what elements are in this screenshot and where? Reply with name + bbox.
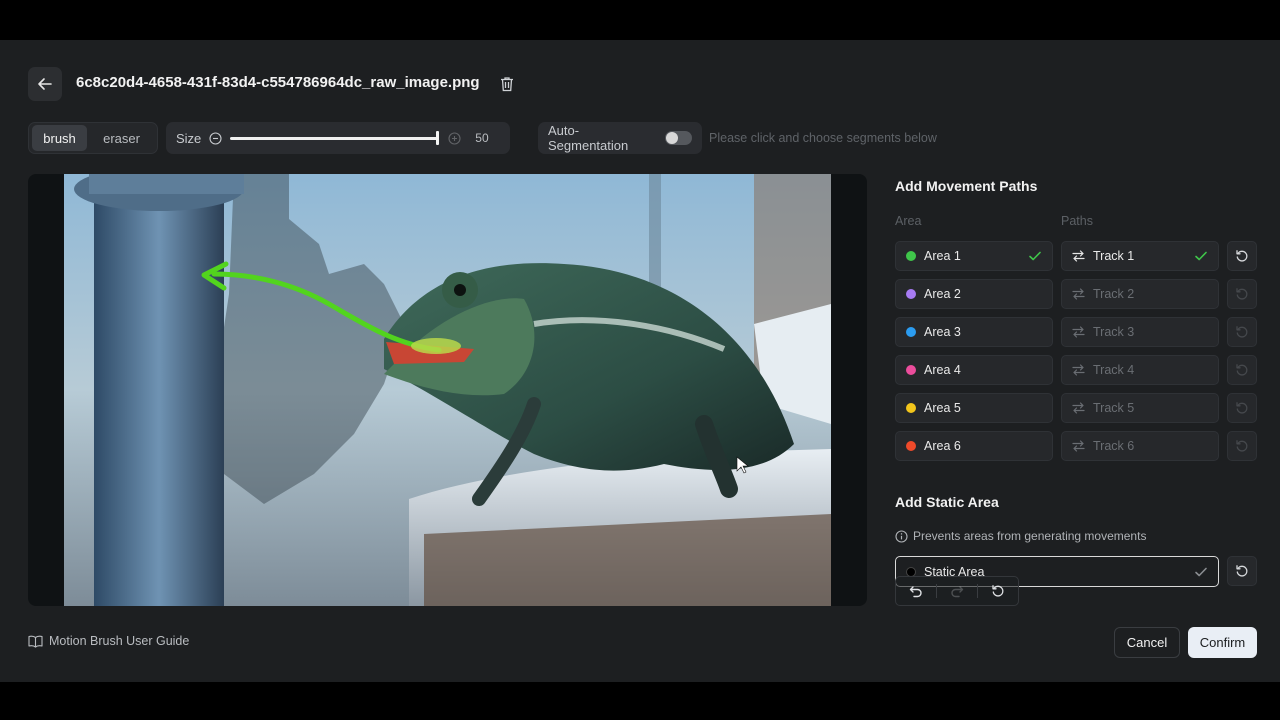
path-swap-icon (1072, 402, 1085, 414)
track-reset-button-6[interactable] (1227, 431, 1257, 461)
area-button-5[interactable]: Area 5 (895, 393, 1053, 423)
reset-icon (1236, 440, 1248, 452)
back-button[interactable] (28, 67, 62, 101)
path-swap-icon (1072, 250, 1085, 262)
track-reset-button-1[interactable] (1227, 241, 1257, 271)
area-button-6[interactable]: Area 6 (895, 431, 1053, 461)
area-label: Area 4 (924, 363, 961, 377)
track-button-2[interactable]: Track 2 (1061, 279, 1219, 309)
cancel-button[interactable]: Cancel (1114, 627, 1180, 658)
track-reset-button-3[interactable] (1227, 317, 1257, 347)
motion-brush-dialog: 6c8c20d4-4658-431f-83d4-c554786964dc_raw… (0, 40, 1280, 682)
area-color-dot (906, 289, 916, 299)
area-label: Area 5 (924, 401, 961, 415)
area-label: Area 1 (924, 249, 961, 263)
confirm-button[interactable]: Confirm (1188, 627, 1257, 658)
book-icon (28, 635, 43, 648)
track-reset-button-4[interactable] (1227, 355, 1257, 385)
size-label: Size (176, 130, 202, 146)
track-label: Track 5 (1093, 401, 1135, 415)
reset-icon (1236, 364, 1248, 376)
static-area-hint-text: Prevents areas from generating movements (913, 529, 1147, 543)
size-slider[interactable] (230, 130, 440, 145)
area-button-1[interactable]: Area 1 (895, 241, 1053, 271)
area-color-dot (906, 327, 916, 337)
track-button-4[interactable]: Track 4 (1061, 355, 1219, 385)
auto-segmentation-label: Auto-Segmentation (548, 123, 629, 153)
track-reset-button-2[interactable] (1227, 279, 1257, 309)
reset-icon (1236, 288, 1248, 300)
divider (935, 584, 937, 598)
check-icon (1195, 251, 1207, 261)
static-area-hint: Prevents areas from generating movements (895, 529, 1146, 543)
track-label: Track 4 (1093, 363, 1135, 377)
brush-button[interactable]: brush (32, 125, 88, 151)
area-button-3[interactable]: Area 3 (895, 317, 1053, 347)
check-icon (1029, 251, 1041, 261)
path-swap-icon (1072, 288, 1085, 300)
auto-segmentation-toggle[interactable] (665, 131, 692, 145)
file-name: 6c8c20d4-4658-431f-83d4-c554786964dc_raw… (76, 74, 480, 91)
track-label: Track 2 (1093, 287, 1135, 301)
redo-icon[interactable] (950, 584, 964, 598)
area-column-header: Area (895, 214, 922, 228)
reset-icon (1236, 565, 1248, 577)
track-reset-button-5[interactable] (1227, 393, 1257, 423)
track-label: Track 6 (1093, 439, 1135, 453)
track-button-1[interactable]: Track 1 (1061, 241, 1219, 271)
undo-icon[interactable] (909, 584, 923, 598)
path-swap-icon (1072, 440, 1085, 452)
user-guide-label: Motion Brush User Guide (49, 634, 190, 648)
chameleon-image[interactable] (64, 174, 831, 606)
reset-icon (1236, 250, 1248, 262)
track-label: Track 3 (1093, 325, 1135, 339)
movement-paths-title: Add Movement Paths (895, 178, 1038, 194)
auto-segmentation-hint: Please click and choose segments below (709, 131, 937, 145)
reset-icon[interactable] (991, 584, 1005, 598)
area-color-dot (906, 251, 916, 261)
reset-icon (1236, 326, 1248, 338)
paths-column-header: Paths (1061, 214, 1093, 228)
arrow-left-icon (38, 78, 52, 90)
history-toolbar (895, 576, 1019, 606)
area-color-dot (906, 403, 916, 413)
reset-icon (1236, 402, 1248, 414)
eraser-button[interactable]: eraser (89, 125, 154, 151)
brush-size-control: Size 50 (166, 122, 510, 154)
static-area-reset-button[interactable] (1227, 556, 1257, 586)
track-button-3[interactable]: Track 3 (1061, 317, 1219, 347)
static-area-title: Add Static Area (895, 494, 999, 510)
area-label: Area 3 (924, 325, 961, 339)
path-swap-icon (1072, 326, 1085, 338)
image-canvas[interactable] (28, 174, 867, 606)
track-label: Track 1 (1093, 249, 1135, 263)
divider (977, 584, 979, 598)
size-value: 50 (475, 131, 489, 145)
auto-segmentation-control: Auto-Segmentation (538, 122, 702, 154)
area-label: Area 2 (924, 287, 961, 301)
trash-icon[interactable] (500, 76, 514, 97)
info-icon (895, 529, 908, 543)
static-area-dot (906, 566, 916, 577)
user-guide-link[interactable]: Motion Brush User Guide (28, 634, 189, 648)
minus-circle-icon[interactable] (209, 131, 222, 145)
area-button-4[interactable]: Area 4 (895, 355, 1053, 385)
track-button-5[interactable]: Track 5 (1061, 393, 1219, 423)
size-slider-handle[interactable] (436, 130, 440, 145)
brush-mode-switch: brush eraser (28, 122, 158, 154)
area-color-dot (906, 365, 916, 375)
track-button-6[interactable]: Track 6 (1061, 431, 1219, 461)
toggle-knob (666, 132, 679, 144)
area-label: Area 6 (924, 439, 961, 453)
area-button-2[interactable]: Area 2 (895, 279, 1053, 309)
path-swap-icon (1072, 364, 1085, 376)
check-icon (1195, 567, 1207, 576)
area-color-dot (906, 441, 916, 451)
plus-circle-icon[interactable] (448, 131, 461, 145)
